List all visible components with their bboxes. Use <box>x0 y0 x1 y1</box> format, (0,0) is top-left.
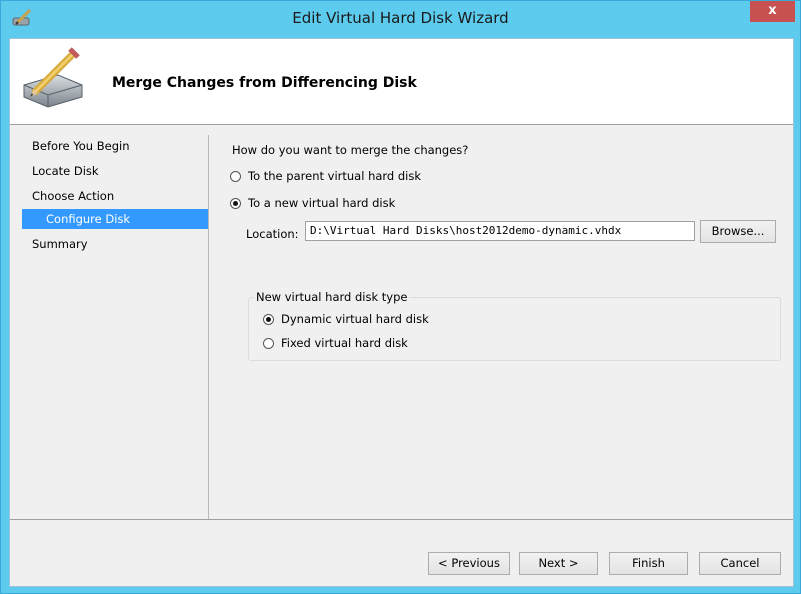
disk-type-group <box>248 297 781 361</box>
cancel-button[interactable]: Cancel <box>699 552 781 575</box>
option-dynamic-disk-label: Dynamic virtual hard disk <box>281 312 429 326</box>
radio-parent-disk[interactable] <box>230 170 241 182</box>
radio-dynamic-disk[interactable] <box>263 313 274 325</box>
wizard-header: Merge Changes from Differencing Disk <box>10 39 793 125</box>
title-bar[interactable]: Edit Virtual Hard Disk Wizard x <box>1 1 800 38</box>
close-button[interactable]: x <box>750 1 795 22</box>
disk-type-legend: New virtual hard disk type <box>254 290 410 304</box>
location-label: Location: <box>246 227 299 241</box>
nav-item-label: Configure Disk <box>46 212 131 226</box>
browse-button[interactable]: Browse... <box>700 220 776 243</box>
wizard-steps-nav: Before You Begin Locate Disk Choose Acti… <box>10 125 208 519</box>
option-parent-disk-label: To the parent virtual hard disk <box>248 169 422 183</box>
nav-item-before-you-begin[interactable]: Before You Begin <box>32 139 129 153</box>
window-title: Edit Virtual Hard Disk Wizard <box>292 9 509 27</box>
finish-button[interactable]: Finish <box>609 552 688 575</box>
option-parent-disk[interactable]: To the parent virtual hard disk <box>230 169 421 183</box>
configure-disk-panel: How do you want to merge the changes? To… <box>208 125 793 519</box>
wizard-body: Merge Changes from Differencing Disk Bef… <box>9 38 794 587</box>
previous-button[interactable]: < Previous <box>428 552 510 575</box>
option-new-disk[interactable]: To a new virtual hard disk <box>230 196 395 210</box>
option-new-disk-label: To a new virtual hard disk <box>248 196 396 210</box>
hard-disk-pencil-icon <box>23 47 83 108</box>
nav-item-configure-disk[interactable]: Configure Disk <box>22 209 208 229</box>
footer-divider <box>10 519 793 520</box>
nav-item-choose-action[interactable]: Choose Action <box>32 189 114 203</box>
option-fixed-disk[interactable]: Fixed virtual hard disk <box>263 336 408 350</box>
wizard-window: Edit Virtual Hard Disk Wizard x Merge Ch… <box>0 0 801 594</box>
page-title: Merge Changes from Differencing Disk <box>112 75 417 91</box>
close-icon: x <box>768 3 777 18</box>
nav-item-summary[interactable]: Summary <box>32 237 88 251</box>
radio-fixed-disk[interactable] <box>263 337 274 349</box>
option-dynamic-disk[interactable]: Dynamic virtual hard disk <box>263 312 429 326</box>
nav-item-locate-disk[interactable]: Locate Disk <box>32 164 99 178</box>
merge-question: How do you want to merge the changes? <box>232 143 469 157</box>
option-fixed-disk-label: Fixed virtual hard disk <box>281 336 408 350</box>
location-input[interactable]: D:\Virtual Hard Disks\host2012demo-dynam… <box>305 221 695 241</box>
next-button[interactable]: Next > <box>519 552 598 575</box>
radio-new-disk[interactable] <box>230 197 241 209</box>
